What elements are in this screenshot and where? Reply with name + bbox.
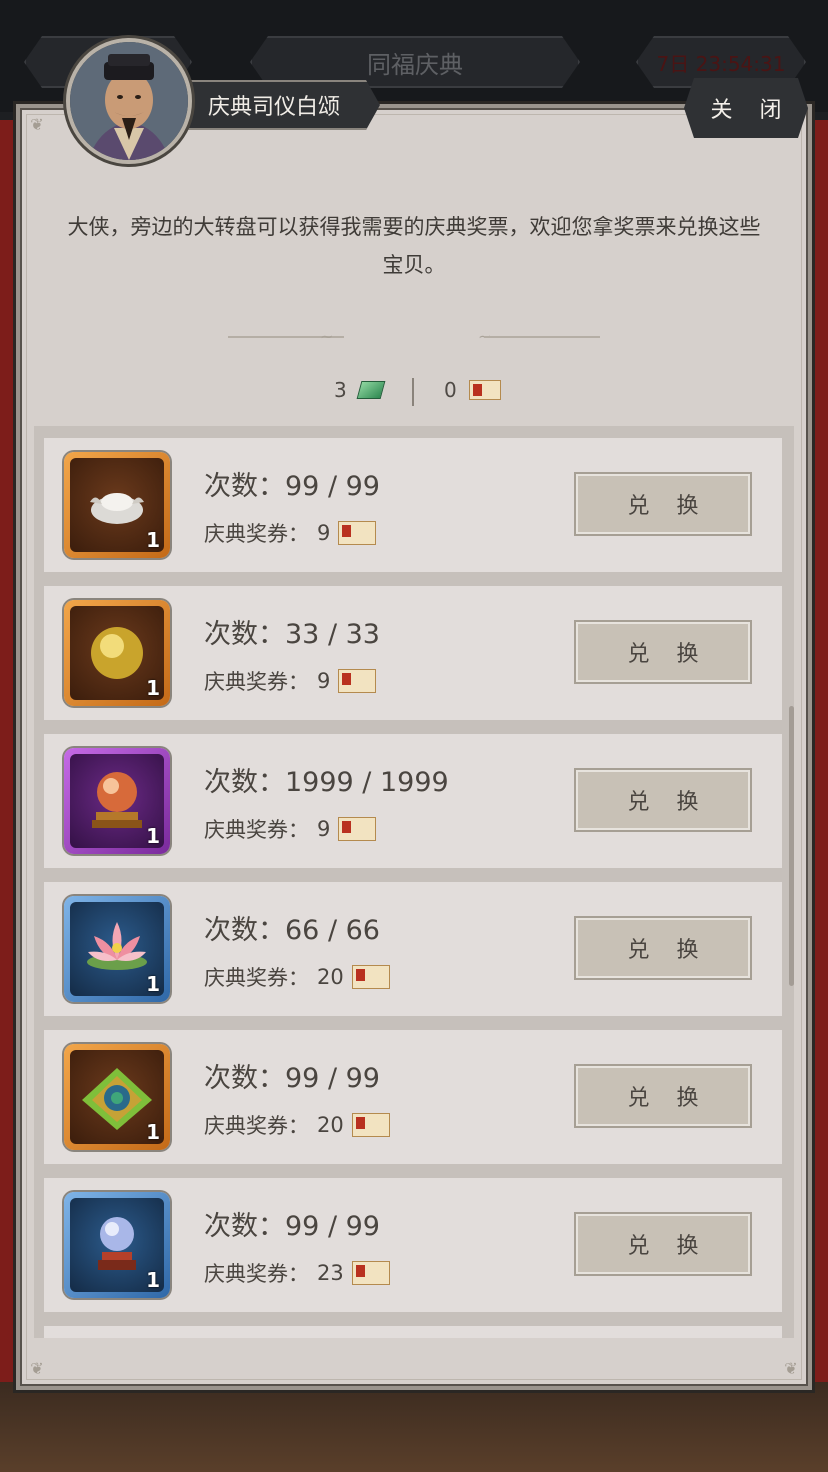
exchange-count: 次数：66 / 66: [204, 908, 380, 947]
cost-label: 庆典奖券：: [204, 1114, 309, 1138]
celebration-coupon-icon: [351, 1113, 390, 1137]
exchange-cost: 庆典奖券： 20: [204, 1110, 390, 1140]
celebration-coupon-icon: [468, 380, 501, 400]
coupon-currency: 0: [444, 378, 501, 402]
count-label: 次数：: [204, 767, 285, 798]
npc-dialogue-text: 大侠，旁边的大转盘可以获得我需要的庆典奖票，欢迎您拿奖票来兑换这些宝贝。: [67, 215, 761, 277]
divider-ornament-icon: ~: [320, 327, 334, 346]
exchange-cost: 庆典奖券： 9: [204, 814, 377, 844]
item-slot[interactable]: 1: [64, 452, 170, 558]
exchange-button[interactable]: 兑 换: [574, 472, 752, 536]
item-slot[interactable]: 1: [64, 1044, 170, 1150]
cost-label: 庆典奖券：: [204, 670, 309, 694]
coupon-amount: 0: [444, 378, 457, 402]
exchange-count: 次数：1999 / 1999: [204, 760, 449, 799]
exchange-list[interactable]: 1 次数：99 / 99 庆典奖券： 9 兑 换 1 次数：33 / 33 庆典奖…: [34, 426, 794, 1338]
corner-ornament-icon: ❦: [30, 115, 44, 134]
exchange-count: 次数：99 / 99: [204, 1056, 380, 1095]
item-slot[interactable]: 1: [64, 600, 170, 706]
count-value: 99 / 99: [285, 1063, 380, 1094]
npc-avatar: [66, 38, 192, 164]
exchange-cost: 庆典奖券： 23: [204, 1258, 390, 1288]
cost-label: 庆典奖券：: [204, 966, 309, 990]
exchange-cost: 庆典奖券： 20: [204, 962, 390, 992]
count-value: 66 / 66: [285, 915, 380, 946]
count-label: 次数：: [204, 915, 285, 946]
item-quantity: 1: [146, 676, 160, 700]
count-value: 33 / 33: [285, 619, 380, 650]
celebration-coupon-icon: [351, 1261, 390, 1285]
official-portrait-icon: [70, 42, 188, 160]
exchange-button[interactable]: 兑 换: [574, 620, 752, 684]
scene-pillar-right: [810, 120, 828, 1472]
count-label: 次数：: [204, 471, 285, 502]
celebration-coupon-icon: [338, 521, 377, 545]
count-label: 次数：: [204, 619, 285, 650]
scene-floor: [0, 1382, 828, 1472]
exchange-button[interactable]: 兑 换: [574, 916, 752, 980]
item-quantity: 1: [146, 1268, 160, 1292]
exchange-row-partial: [44, 1326, 782, 1338]
item-quantity: 1: [146, 972, 160, 996]
exchange-count: 次数：33 / 33: [204, 612, 380, 651]
celebration-coupon-icon: [338, 669, 377, 693]
item-quantity: 1: [146, 1120, 160, 1144]
corner-ornament-icon: ❦: [30, 1359, 44, 1378]
exchange-row: 1 次数：99 / 99 庆典奖券： 23 兑 换: [44, 1178, 782, 1312]
cost-label: 庆典奖券：: [204, 1262, 309, 1286]
cost-value: 9: [317, 669, 331, 693]
divider-right: [484, 336, 600, 338]
exchange-button[interactable]: 兑 换: [574, 1064, 752, 1128]
currency-separator: [412, 378, 414, 406]
count-label: 次数：: [204, 1063, 285, 1094]
corner-ornament-icon: ❦: [784, 1359, 798, 1378]
jade-ticket-icon: [356, 381, 386, 399]
count-value: 99 / 99: [285, 1211, 380, 1242]
cost-value: 9: [317, 521, 331, 545]
celebration-coupon-icon: [351, 965, 390, 989]
exchange-row: 1 次数：1999 / 1999 庆典奖券： 9 兑 换: [44, 734, 782, 868]
count-value: 1999 / 1999: [285, 767, 449, 798]
cost-value: 20: [317, 1113, 344, 1137]
jade-amount: 3: [334, 378, 347, 402]
exchange-row: 1 次数：33 / 33 庆典奖券： 9 兑 换: [44, 586, 782, 720]
count-value: 99 / 99: [285, 471, 380, 502]
jade-currency: 3: [334, 378, 386, 402]
exchange-row: 1 次数：66 / 66 庆典奖券： 20 兑 换: [44, 882, 782, 1016]
cost-value: 9: [317, 817, 331, 841]
npc-name-plaque: 庆典司仪白颂: [180, 80, 380, 130]
item-slot[interactable]: 1: [64, 1192, 170, 1298]
exchange-count: 次数：99 / 99: [204, 464, 380, 503]
close-button[interactable]: 关 闭: [684, 78, 808, 138]
item-slot[interactable]: 1: [64, 748, 170, 854]
item-slot[interactable]: 1: [64, 896, 170, 1002]
exchange-cost: 庆典奖券： 9: [204, 518, 377, 548]
exchange-count: 次数：99 / 99: [204, 1204, 380, 1243]
exchange-row: 1 次数：99 / 99 庆典奖券： 20 兑 换: [44, 1030, 782, 1164]
cost-value: 23: [317, 1261, 344, 1285]
celebration-coupon-icon: [338, 817, 377, 841]
exchange-button[interactable]: 兑 换: [574, 768, 752, 832]
exchange-cost: 庆典奖券： 9: [204, 666, 377, 696]
cost-label: 庆典奖券：: [204, 818, 309, 842]
cost-label: 庆典奖券：: [204, 522, 309, 546]
item-quantity: 1: [146, 824, 160, 848]
list-scrollbar[interactable]: [789, 706, 794, 986]
cost-value: 20: [317, 965, 344, 989]
count-label: 次数：: [204, 1211, 285, 1242]
item-quantity: 1: [146, 528, 160, 552]
exchange-button[interactable]: 兑 换: [574, 1212, 752, 1276]
exchange-row: 1 次数：99 / 99 庆典奖券： 9 兑 换: [44, 438, 782, 572]
